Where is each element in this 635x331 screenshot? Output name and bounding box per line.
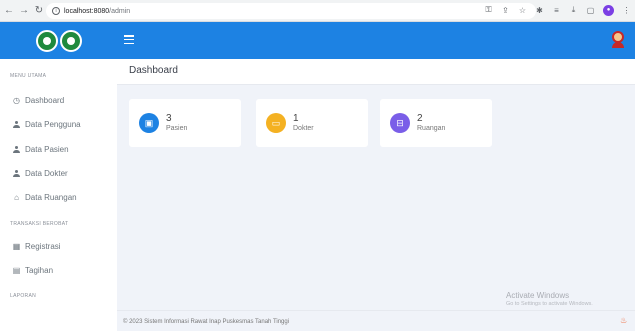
sidebar-item-data-pasien[interactable]: Data Pasien xyxy=(12,145,69,154)
stat-card-ruangan[interactable]: ⊟ 2 Ruangan xyxy=(380,99,492,147)
download-icon[interactable]: ⤓ xyxy=(569,3,578,17)
page-header: Dashboard xyxy=(117,59,635,85)
sidebar-item-label: Dashboard xyxy=(25,96,65,105)
windows-activation-watermark: Activate Windows Go to Settings to activ… xyxy=(506,291,593,309)
page-title: Dashboard xyxy=(129,65,178,76)
invoice-icon: ▤ xyxy=(12,266,21,275)
stat-card-dokter[interactable]: ▭ 1 Dokter xyxy=(256,99,368,147)
calendar-icon: ▦ xyxy=(12,242,21,251)
star-icon[interactable]: ☆ xyxy=(518,3,527,17)
sidebar-item-label: Data Pasien xyxy=(25,145,69,154)
sidebar-item-dashboard[interactable]: ◷ Dashboard xyxy=(12,96,64,105)
logo-left-icon xyxy=(35,29,58,52)
menu-kebab-icon[interactable]: ⋮ xyxy=(622,3,631,17)
sidebar-item-data-dokter[interactable]: Data Dokter xyxy=(12,169,68,178)
top-navbar xyxy=(117,22,635,59)
sidebar-item-label: Tagihan xyxy=(25,266,54,275)
sidebar: MENU UTAMA ◷ Dashboard Data Pengguna Dat… xyxy=(0,59,117,331)
stat-value: 2 xyxy=(417,112,423,124)
sidebar-section-transaksi: TRANSAKSI BEROBAT xyxy=(10,221,69,227)
reload-icon[interactable]: ↻ xyxy=(33,3,45,19)
user-icon xyxy=(12,169,21,178)
key-icon[interactable]: ⚿ xyxy=(484,3,493,17)
logo-right-icon xyxy=(59,29,82,52)
sidebar-section-laporan: LAPORAN xyxy=(10,293,36,299)
sidebar-item-data-ruangan[interactable]: ⌂ Data Ruangan xyxy=(12,193,77,202)
stat-label: Dokter xyxy=(293,124,314,132)
user-icon xyxy=(12,120,21,129)
forward-icon[interactable]: → xyxy=(18,3,30,19)
sidebar-item-label: Data Ruangan xyxy=(25,193,77,202)
laptop-icon: ▭ xyxy=(266,113,286,133)
playlist-icon[interactable]: ≡ xyxy=(552,3,561,17)
share-icon[interactable]: ⇪ xyxy=(501,3,510,17)
sidebar-item-registrasi[interactable]: ▦ Registrasi xyxy=(12,242,61,251)
wallet-icon: ▣ xyxy=(139,113,159,133)
sidebar-item-data-pengguna[interactable]: Data Pengguna xyxy=(12,120,81,129)
fire-icon: ♨ xyxy=(620,316,628,325)
page-footer: © 2023 Sistem Informasi Rawat Inap Puske… xyxy=(117,310,635,331)
sidebar-item-tagihan[interactable]: ▤ Tagihan xyxy=(12,266,53,275)
stat-label: Pasien xyxy=(166,124,188,132)
site-info-icon[interactable]: i xyxy=(52,7,60,15)
dashboard-icon: ◷ xyxy=(13,96,20,105)
url-path: /admin xyxy=(109,7,131,15)
stat-value: 1 xyxy=(293,112,299,124)
stat-label: Ruangan xyxy=(417,124,446,132)
stat-value: 3 xyxy=(166,112,172,124)
cart-icon: ⊟ xyxy=(390,113,410,133)
address-bar[interactable]: i localhost:8080/admin xyxy=(46,3,536,19)
watermark-title: Activate Windows xyxy=(506,291,570,300)
back-icon[interactable]: ← xyxy=(3,3,15,19)
watermark-subtitle: Go to Settings to activate Windows. xyxy=(506,301,593,307)
stat-card-pasien[interactable]: ▣ 3 Pasien xyxy=(129,99,241,147)
sidepanel-icon[interactable]: ▢ xyxy=(586,3,595,17)
url-host: localhost:8080 xyxy=(64,7,110,15)
sidebar-item-label: Data Pengguna xyxy=(25,120,81,129)
user-icon xyxy=(12,145,21,154)
browser-toolbar: ← → ↻ i localhost:8080/admin ⚿ ⇪ ☆ ✱ ≡ ⤓… xyxy=(0,0,635,22)
sidebar-item-label: Data Dokter xyxy=(25,169,68,178)
profile-avatar[interactable]: ● xyxy=(603,4,614,16)
sidebar-section-main: MENU UTAMA xyxy=(10,73,47,79)
app-logo[interactable] xyxy=(0,22,117,59)
user-avatar[interactable] xyxy=(609,31,627,51)
sidebar-item-label: Registrasi xyxy=(25,242,61,251)
footer-copyright: © 2023 Sistem Informasi Rawat Inap Puske… xyxy=(123,319,290,325)
home-icon: ⌂ xyxy=(14,193,19,202)
extensions-icon[interactable]: ✱ xyxy=(535,3,544,17)
hamburger-menu-icon[interactable] xyxy=(124,35,134,44)
